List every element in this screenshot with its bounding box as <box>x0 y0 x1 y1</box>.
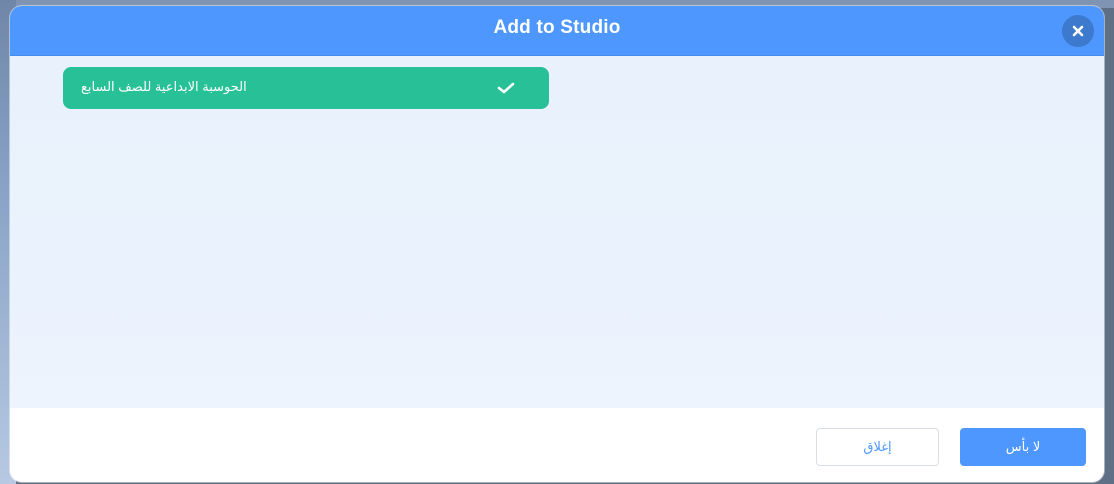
studio-item[interactable]: الحوسبة الابداعية للصف السابع <box>63 67 549 109</box>
add-to-studio-modal: Add to Studio الحوسبة الابداعية للصف الس… <box>10 6 1104 482</box>
modal-footer: إغلاق لا بأس <box>10 408 1104 482</box>
ok-button[interactable]: لا بأس <box>960 428 1086 466</box>
check-icon <box>497 82 515 94</box>
cancel-button-label: إغلاق <box>863 439 892 454</box>
modal-title: Add to Studio <box>493 16 621 38</box>
close-button[interactable] <box>1062 15 1094 47</box>
modal-header: Add to Studio <box>10 6 1104 56</box>
close-icon <box>1072 25 1084 37</box>
studio-item-label: الحوسبة الابداعية للصف السابع <box>81 79 247 94</box>
studio-list: الحوسبة الابداعية للصف السابع <box>10 56 1104 408</box>
cancel-button[interactable]: إغلاق <box>816 428 939 466</box>
ok-button-label: لا بأس <box>1005 439 1041 454</box>
